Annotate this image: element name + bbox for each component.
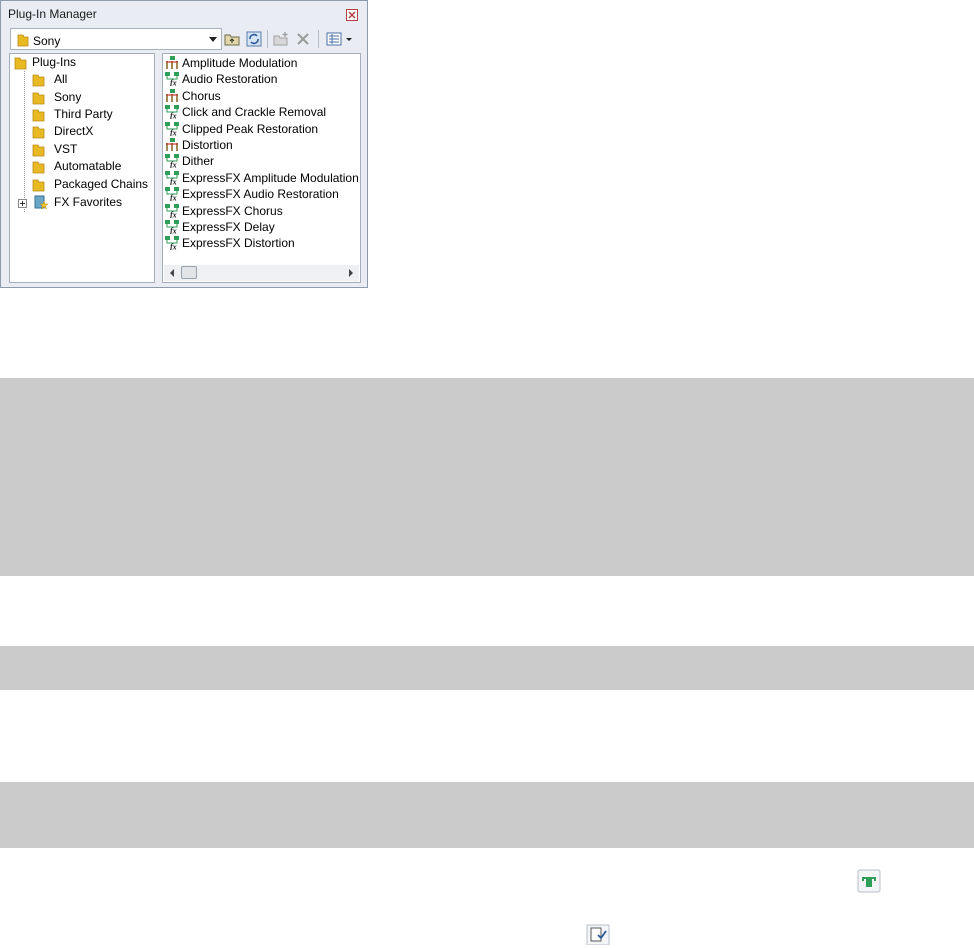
title-bar: Plug-In Manager [1, 1, 367, 23]
express-plugin-icon: fx [165, 72, 179, 87]
list-item-label: ExpressFX Delay [182, 220, 275, 234]
favorites-star-icon [34, 195, 48, 210]
list-item-label: ExpressFX Chorus [182, 204, 283, 218]
svg-text:fx: fx [170, 211, 177, 219]
horizontal-scrollbar[interactable] [164, 265, 359, 281]
chevron-down-icon[interactable] [209, 37, 217, 42]
plugin-icon [166, 89, 178, 102]
scroll-right-icon[interactable] [349, 269, 353, 277]
toolbar-separator [318, 30, 319, 48]
tree-connector [24, 71, 25, 212]
folder-up-icon[interactable] [223, 30, 241, 48]
toolbar: Sony [7, 28, 363, 50]
list-item-label: Amplitude Modulation [182, 56, 298, 70]
list-item-label: ExpressFX Audio Restoration [182, 187, 339, 201]
svg-text:fx: fx [170, 129, 177, 137]
view-icon[interactable] [325, 30, 355, 48]
folder-icon [32, 179, 45, 192]
express-plugin-icon: fx [165, 122, 179, 137]
express-plugin-icon: fx [165, 187, 179, 202]
checklist-icon[interactable] [586, 924, 610, 948]
svg-text:fx: fx [170, 194, 177, 202]
folder-icon [32, 74, 45, 87]
list-item-label: ExpressFX Distortion [182, 236, 295, 250]
express-plugin-icon: fx [165, 236, 179, 251]
list-item-label: Audio Restoration [182, 72, 278, 86]
express-plugin-icon: fx [165, 204, 179, 219]
refresh-icon[interactable] [245, 30, 263, 48]
list-item-label: Distortion [182, 138, 233, 152]
list-item-label: Dither [182, 154, 215, 168]
express-plugin-icon: fx [165, 171, 179, 186]
folder-icon [32, 92, 45, 105]
tree-item-label: All [54, 72, 68, 86]
folder-icon [17, 34, 29, 47]
tree-item-label: VST [54, 142, 78, 156]
location-value: Sony [33, 34, 61, 48]
plugin-manager-window: Plug-In Manager Sony Plug-Ins All Sony T… [0, 0, 368, 288]
new-folder-icon[interactable] [272, 30, 290, 48]
svg-text:fx: fx [170, 112, 177, 120]
express-plugin-icon: fx [165, 220, 179, 235]
svg-text:fx: fx [170, 243, 177, 251]
plugin-icon [166, 56, 178, 69]
folder-icon [32, 161, 45, 174]
express-plugin-icon: fx [165, 154, 179, 169]
plugin-tree[interactable]: Plug-Ins All Sony Third Party DirectX VS… [9, 53, 155, 283]
plugin-chain-icon[interactable] [857, 869, 881, 896]
svg-text:fx: fx [170, 161, 177, 169]
folder-icon [32, 109, 45, 122]
tree-item-label: Third Party [54, 107, 113, 121]
list-item-label: ExpressFX Amplitude Modulation [182, 171, 359, 185]
window-title: Plug-In Manager [8, 7, 97, 21]
tree-item-label: FX Favorites [54, 195, 123, 209]
express-plugin-icon: fx [165, 105, 179, 120]
location-dropdown[interactable]: Sony [10, 28, 222, 50]
scrollbar-thumb[interactable] [181, 266, 197, 279]
list-item-label: Clipped Peak Restoration [182, 122, 319, 136]
close-icon[interactable] [346, 9, 358, 21]
gray-band [0, 378, 974, 576]
tree-item-label: Packaged Chains [54, 177, 149, 191]
plugin-icon [166, 138, 178, 151]
folder-icon [14, 57, 27, 70]
folder-icon [32, 126, 45, 139]
svg-text:fx: fx [170, 178, 177, 186]
tree-item-label: Sony [54, 90, 82, 104]
list-item-label: Click and Crackle Removal [182, 105, 327, 119]
scroll-left-icon[interactable] [170, 269, 174, 277]
list-item-label: Chorus [182, 89, 221, 103]
svg-text:fx: fx [170, 227, 177, 235]
gray-band [0, 782, 974, 848]
tree-item-label: Plug-Ins [32, 55, 77, 69]
toolbar-separator [267, 30, 268, 48]
delete-icon[interactable] [294, 30, 312, 48]
gray-band [0, 646, 974, 690]
tree-item-label: Automatable [54, 159, 122, 173]
folder-icon [32, 144, 45, 157]
svg-text:fx: fx [170, 79, 177, 87]
expand-icon[interactable] [18, 199, 27, 208]
plugin-list[interactable]: Amplitude Modulation fx Audio Restoration C… [162, 53, 361, 283]
tree-item-label: DirectX [54, 124, 94, 138]
